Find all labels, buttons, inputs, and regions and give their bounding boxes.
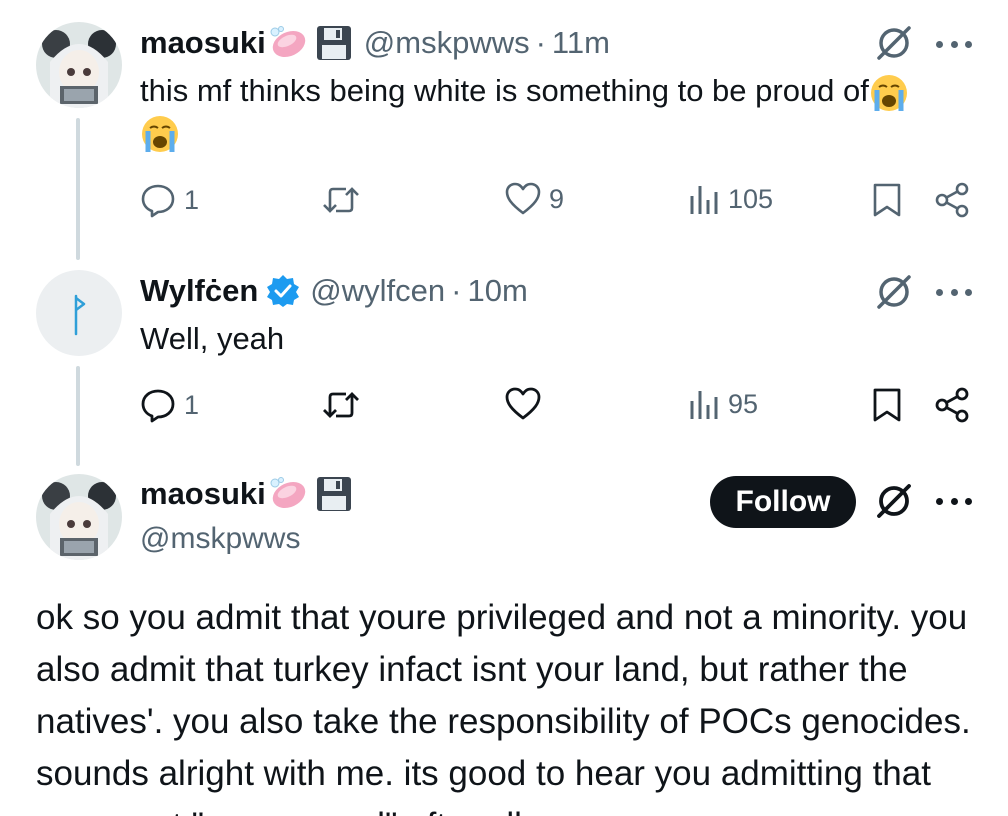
- repost-button[interactable]: [322, 182, 368, 218]
- tweet-actions: 1 9 105: [0, 182, 1008, 222]
- tweet-text: Well, yeah: [140, 321, 285, 356]
- main-tweet-text: ok so you admit that youre privileged an…: [36, 598, 971, 816]
- repost-icon: [323, 392, 359, 418]
- share-button[interactable]: [934, 182, 970, 218]
- reply-count: 1: [184, 389, 200, 420]
- more-icon[interactable]: [936, 38, 972, 50]
- tweet-header: Wylfċen @wylfcen · 10m: [140, 273, 528, 309]
- share-button[interactable]: [934, 387, 970, 423]
- reply-button[interactable]: 1: [140, 387, 199, 423]
- avatar-maosuki[interactable]: [36, 474, 122, 560]
- avatar-wylfcen[interactable]: [36, 270, 122, 356]
- handle[interactable]: @mskpwws: [140, 522, 300, 556]
- grok-icon[interactable]: [874, 272, 914, 312]
- views-button[interactable]: 105: [688, 182, 773, 216]
- display-name[interactable]: Wylfċen: [140, 273, 258, 309]
- floppy-disk-emoji: [316, 25, 352, 61]
- display-name[interactable]: maosuki: [140, 476, 266, 512]
- like-button[interactable]: 9: [505, 182, 564, 216]
- views-icon: [690, 186, 718, 214]
- thread-page: maosuki @mskpwws · 11m this mf thinks be…: [0, 0, 1008, 816]
- reply-icon: [141, 389, 175, 423]
- tweet-actions: 1 95: [0, 387, 1008, 427]
- bookmark-button[interactable]: [872, 182, 902, 218]
- crying-face-emoji: [869, 73, 909, 113]
- handle[interactable]: @mskpwws: [364, 25, 530, 61]
- repost-button[interactable]: [322, 387, 368, 423]
- verified-badge-icon: [266, 274, 300, 308]
- soap-emoji: [270, 477, 308, 511]
- reply-button[interactable]: 1: [140, 182, 199, 218]
- like-count: 9: [549, 183, 565, 214]
- more-icon[interactable]: [936, 286, 972, 298]
- bookmark-icon: [873, 183, 901, 217]
- like-icon: [505, 387, 541, 420]
- views-button[interactable]: 95: [688, 387, 758, 421]
- timestamp[interactable]: 10m: [467, 273, 527, 309]
- display-name[interactable]: maosuki: [140, 25, 266, 61]
- soap-emoji: [270, 26, 308, 60]
- avatar-maosuki[interactable]: [36, 22, 122, 108]
- views-count: 105: [728, 183, 774, 214]
- timestamp[interactable]: 11m: [552, 25, 610, 61]
- separator: ·: [535, 25, 546, 60]
- main-tweet-author: maosuki: [140, 476, 352, 512]
- floppy-disk-emoji: [316, 476, 352, 512]
- handle[interactable]: @wylfcen: [310, 273, 445, 309]
- bookmark-icon: [873, 388, 901, 422]
- tweet-text: this mf thinks being white is something …: [140, 72, 970, 113]
- grok-icon[interactable]: [874, 23, 914, 63]
- separator: ·: [451, 273, 462, 308]
- like-button[interactable]: [505, 387, 549, 421]
- share-icon: [935, 182, 969, 218]
- views-count: 95: [728, 388, 759, 419]
- tweet-header: maosuki @mskpwws · 11m: [140, 25, 610, 61]
- more-icon[interactable]: [936, 495, 972, 507]
- follow-button[interactable]: Follow: [710, 476, 856, 528]
- crying-face-emoji: [140, 114, 180, 154]
- reply-count: 1: [184, 184, 200, 215]
- share-icon: [935, 387, 969, 423]
- repost-icon: [323, 187, 359, 213]
- grok-icon[interactable]: [874, 481, 914, 521]
- like-icon: [505, 182, 541, 215]
- bookmark-button[interactable]: [872, 387, 902, 423]
- views-icon: [690, 391, 718, 419]
- reply-icon: [141, 184, 175, 218]
